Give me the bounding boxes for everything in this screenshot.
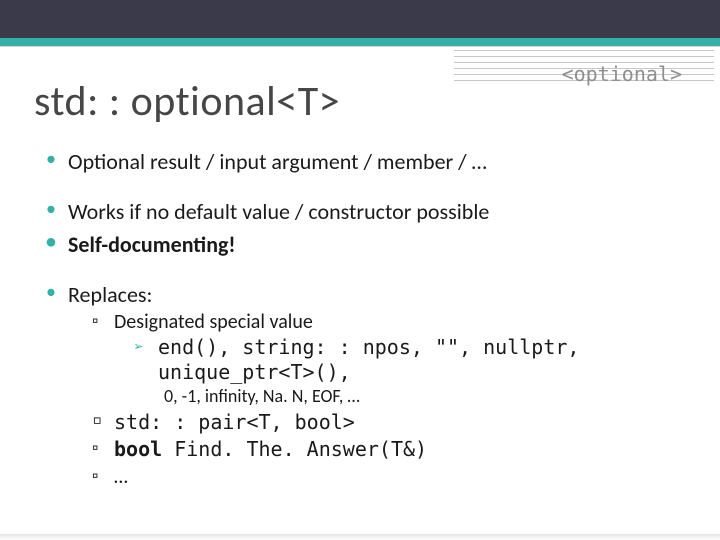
replaces-pair: std: : pair<T, bool>	[92, 410, 686, 435]
bullet-self-documenting: Self-documenting!	[44, 231, 686, 259]
replaces-designated-label: Designated special value	[114, 310, 313, 334]
bullet-replaces-label: Replaces:	[68, 281, 152, 308]
replaces-list: Designated special value end(), string: …	[68, 310, 686, 490]
replaces-bool-sig: Find. The. Answer(T&)	[162, 437, 427, 461]
replaces-designated-plain: 0, -1, infinity, Na. N, EOF, …	[114, 385, 686, 408]
topbar-accent	[0, 38, 720, 47]
replaces-ellipsis: …	[92, 465, 686, 490]
slide-body: Optional result / input argument / membe…	[44, 148, 686, 496]
replaces-bool-fn: bool Find. The. Answer(T&)	[92, 437, 686, 463]
replaces-designated-code: end(), string: : npos, "", nullptr, uniq…	[134, 335, 686, 385]
bullet-replaces: Replaces: Designated special value end()…	[44, 281, 686, 490]
replaces-designated: Designated special value end(), string: …	[92, 310, 686, 408]
bullet-optional-result: Optional result / input argument / membe…	[44, 148, 686, 176]
bottom-shadow	[0, 534, 720, 540]
header-tag: <optional>	[562, 62, 682, 86]
replaces-bool-keyword: bool	[114, 437, 162, 461]
slide: <optional> std: : optional<T> Optional r…	[0, 0, 720, 540]
slide-title: std: : optional<T>	[34, 76, 340, 127]
bullet-no-default: Works if no default value / constructor …	[44, 198, 686, 226]
topbar-dark	[0, 0, 720, 38]
